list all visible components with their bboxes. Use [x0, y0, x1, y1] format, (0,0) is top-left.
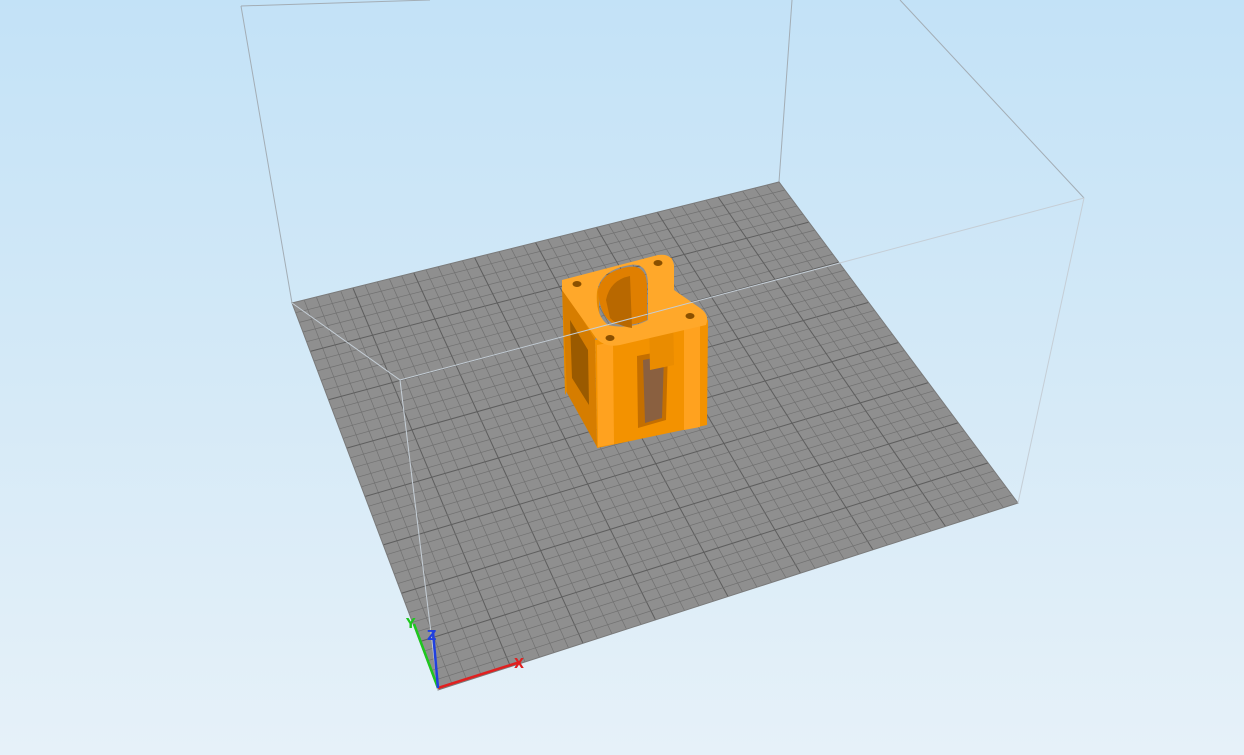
3d-viewport[interactable]: X Y Z	[0, 0, 1244, 755]
z-axis-label: Z	[427, 629, 436, 644]
mount-hole-4	[685, 313, 695, 319]
model-front-pillar-right	[684, 322, 700, 430]
mount-hole-2	[653, 260, 663, 266]
mount-hole-1	[572, 281, 582, 287]
x-axis-label: X	[514, 657, 524, 672]
model-front-pillar-left	[597, 342, 614, 447]
mount-hole-3	[605, 335, 615, 341]
scene-canvas[interactable]: X Y Z	[0, 0, 1244, 755]
y-axis-label: Y	[405, 617, 416, 632]
